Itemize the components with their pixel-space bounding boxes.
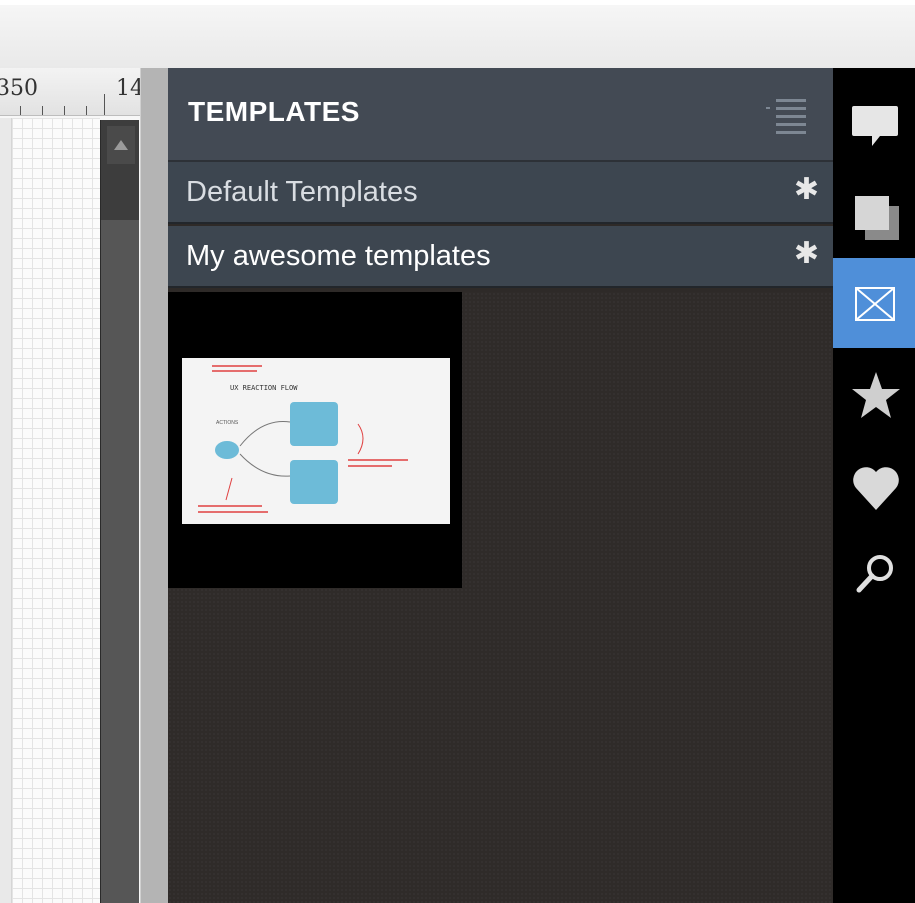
ruler-tick [20,106,21,115]
horizontal-ruler: 350 14 [0,68,140,116]
panel-header: TEMPLATES [168,68,833,162]
ruler-tick [42,106,43,115]
templates-panel: TEMPLATES Default Templates ✱ My awesome… [168,68,833,903]
template-thumbnail[interactable]: UX REACTION FLOW ACTIONS [182,358,450,524]
svg-text:ACTIONS: ACTIONS [216,420,239,426]
right-icon-bar [833,68,915,903]
ruler-tick [86,106,87,115]
scroll-track[interactable] [101,220,139,903]
section-label: Default Templates [186,176,418,208]
layers-icon [855,196,899,240]
panel-splitter[interactable] [140,68,168,903]
templates-icon [855,287,895,321]
comment-icon [852,106,898,146]
ruler-tick [64,106,65,115]
star-icon [852,372,900,418]
search-button[interactable] [833,528,915,618]
search-icon [856,555,893,593]
thumbnail-title: UX REACTION FLOW [230,384,298,392]
templates-button[interactable] [833,258,915,348]
canvas-grid[interactable] [12,118,100,903]
top-toolbar [0,0,915,68]
comment-button[interactable] [833,78,915,168]
heart-icon [853,467,899,510]
ruler-label-14: 14 [116,76,140,101]
template-tile[interactable]: UX REACTION FLOW ACTIONS [168,292,462,588]
scroll-up-button[interactable] [107,126,135,164]
ruler-tick [104,94,105,115]
asterisk-icon[interactable]: ✱ [794,236,819,271]
section-my-awesome-templates[interactable]: My awesome templates ✱ [168,226,833,288]
likes-button[interactable] [833,440,915,530]
section-default-templates[interactable]: Default Templates ✱ [168,162,833,224]
asterisk-icon[interactable]: ✱ [794,172,819,207]
favorites-button[interactable] [833,350,915,440]
menu-icon[interactable] [760,96,810,136]
canvas-area: 350 14 [0,68,140,903]
vertical-scrollbar[interactable] [100,120,139,903]
layers-button[interactable] [833,168,915,258]
section-label: My awesome templates [186,240,491,272]
ruler-label-350: 350 [0,76,38,101]
canvas-margin [0,118,12,903]
panel-title: TEMPLATES [188,96,360,127]
